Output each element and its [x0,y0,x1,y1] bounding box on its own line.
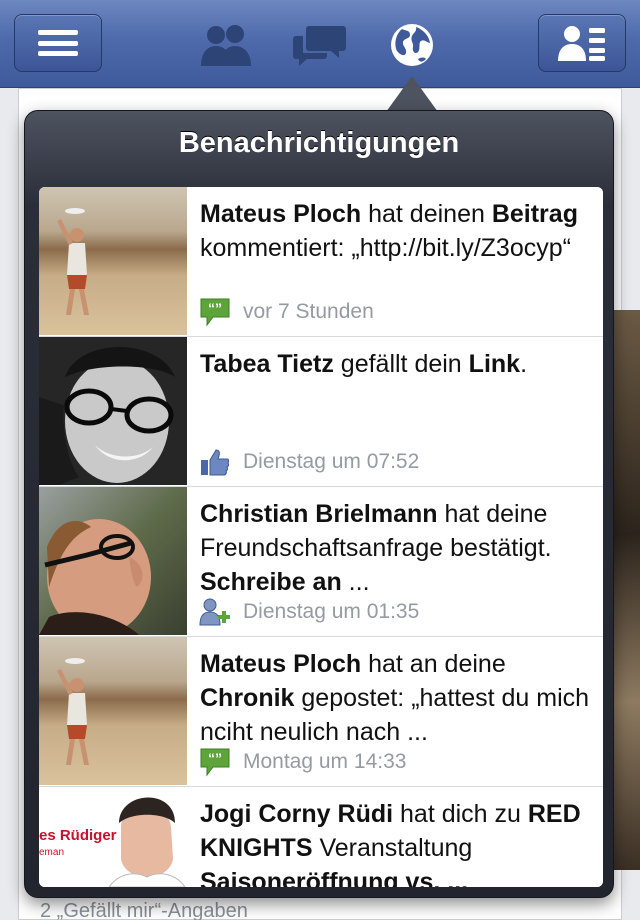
event-thumbnail: es Rüdiger eman [39,787,187,887]
notification-meta: “” Montag um 14:33 [199,747,406,777]
notification-text: Mateus Ploch hat an deine Chronik gepost… [200,650,590,746]
top-navbar [0,0,640,88]
popover-arrow [386,76,438,112]
comment-icon: “” [199,297,231,327]
svg-text:“”: “” [208,750,222,766]
likes-count-label[interactable]: 2 „Gefällt mir“-Angaben [40,900,248,920]
notification-meta: “” vor 7 Stunden [199,297,374,327]
notification-time: Dienstag um 07:52 [243,450,420,473]
contact-card-icon [558,26,605,61]
notification-meta: Dienstag um 01:35 [199,597,419,627]
notification-item[interactable]: Christian Brielmann hat deine Freundscha… [39,487,603,637]
globe-icon[interactable] [384,20,440,70]
event-thumbnail-subtext: eman [39,847,65,858]
messages-icon[interactable] [292,20,348,70]
friends-icon[interactable] [198,20,254,70]
notification-item[interactable]: Tabea Tietz gefällt dein Link. Dienstag … [39,337,603,487]
notification-item[interactable]: Mateus Ploch hat deinen Beitrag kommenti… [39,187,603,337]
avatar [39,337,187,485]
event-thumbnail-text: es Rüdiger [39,827,117,844]
background-photo [612,310,640,870]
avatar [39,637,187,785]
comment-icon: “” [199,747,231,777]
popover-title: Benachrichtigungen [178,127,460,159]
profile-button[interactable] [538,14,626,72]
avatar: es Rüdiger eman [39,787,187,887]
notification-text: Jogi Corny Rüdi hat dich zu RED KNIGHTS … [200,800,581,887]
notification-item[interactable]: es Rüdiger eman Jogi Corny Rüdi hat dich… [39,787,603,887]
avatar [39,487,187,635]
notification-meta: Dienstag um 07:52 [199,447,419,477]
avatar [39,187,187,335]
notifications-popover: Benachrichtigungen Mateus Ploch hat dein… [24,110,614,898]
notification-text: Mateus Ploch hat deinen Beitrag kommenti… [200,200,578,262]
menu-button[interactable] [14,14,102,72]
notification-item[interactable]: Mateus Ploch hat an deine Chronik gepost… [39,637,603,787]
friend-add-icon [199,597,231,627]
notification-text: Tabea Tietz gefällt dein Link. [200,350,528,378]
svg-text:“”: “” [208,300,222,316]
like-icon [199,447,231,477]
notification-time: Dienstag um 01:35 [243,600,420,623]
hamburger-icon [38,30,78,56]
notifications-list[interactable]: Mateus Ploch hat deinen Beitrag kommenti… [39,187,603,887]
notification-time: Montag um 14:33 [243,750,407,773]
notification-time: vor 7 Stunden [243,300,374,323]
notification-text: Christian Brielmann hat deine Freundscha… [200,500,552,596]
